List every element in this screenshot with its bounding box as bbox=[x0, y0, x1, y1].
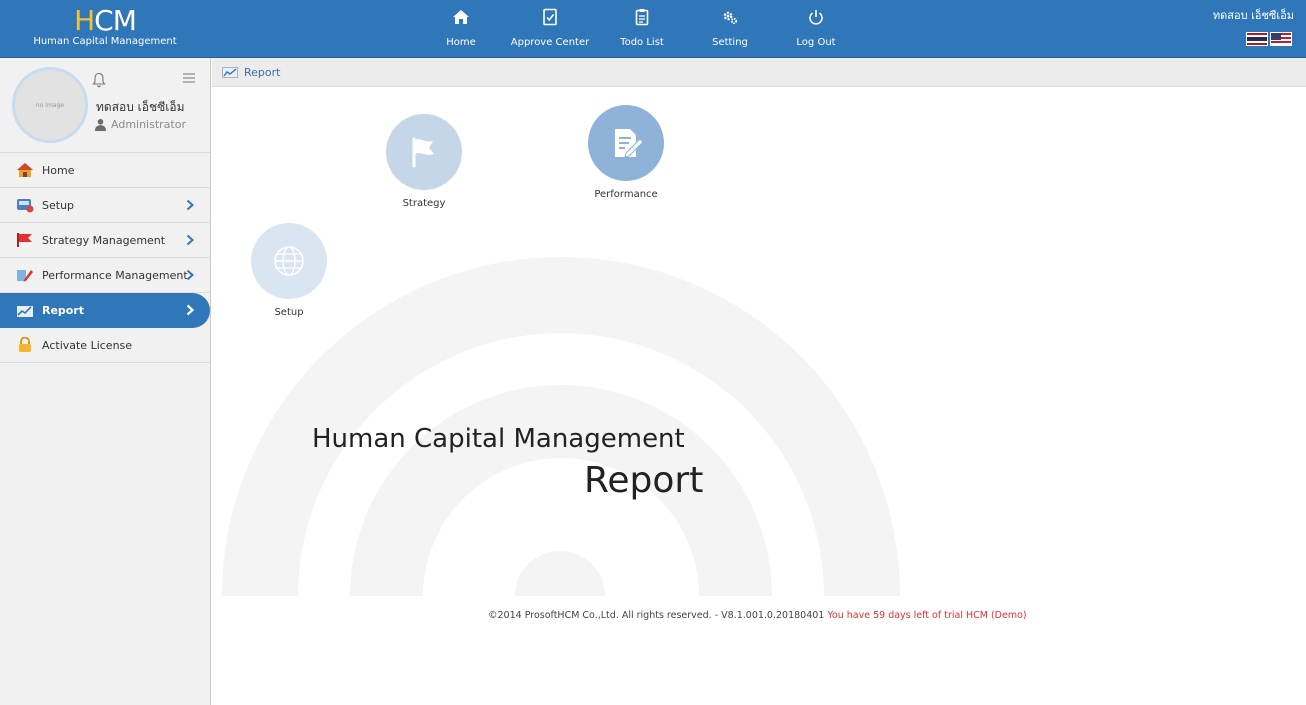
sidebar-item-label: Report bbox=[42, 304, 85, 317]
top-nav: Home Approve Center Todo List Setting Lo… bbox=[420, 0, 858, 58]
hero-title: Human Capital Management bbox=[312, 424, 685, 454]
flag-icon bbox=[412, 137, 434, 168]
sidebar-item-activate-license[interactable]: Activate License bbox=[0, 328, 210, 363]
sidebar-item-report[interactable]: Report bbox=[0, 293, 210, 328]
sidebar-item-label: Home bbox=[42, 163, 75, 177]
top-navbar: HCM Human Capital Management Home Approv… bbox=[0, 0, 1306, 58]
bell-icon[interactable] bbox=[92, 72, 106, 88]
report-icon bbox=[17, 305, 33, 317]
nav-logout-label: Log Out bbox=[796, 37, 836, 48]
profile-name: ทดสอบ เอ็ชซีเอ็ม bbox=[96, 100, 185, 114]
logo-mark-rest: CM bbox=[94, 4, 137, 37]
tile-label: Setup bbox=[274, 307, 304, 318]
nav-setting-label: Setting bbox=[712, 37, 748, 48]
tile-circle bbox=[251, 223, 327, 299]
tile-label: Strategy bbox=[402, 198, 446, 209]
nav-todo-list[interactable]: Todo List bbox=[598, 0, 686, 58]
main-content: Strategy Performance Setup Human Capital… bbox=[212, 88, 1306, 705]
language-switcher bbox=[1246, 32, 1292, 46]
sidebar-menu: Home Setup Strategy Management Performan… bbox=[0, 153, 210, 363]
user-icon bbox=[95, 119, 106, 131]
sidebar-item-performance-management[interactable]: Performance Management bbox=[0, 258, 210, 293]
user-profile: no Image ทดสอบ เอ็ชซีเอ็ม Administrator bbox=[0, 58, 210, 153]
top-user-name[interactable]: ทดสอบ เอ็ชซีเอ็ม bbox=[1213, 6, 1294, 24]
profile-role: Administrator bbox=[94, 118, 186, 131]
setup-icon bbox=[17, 199, 34, 213]
nav-todo-label: Todo List bbox=[620, 37, 664, 48]
breadcrumb: Report bbox=[212, 58, 1306, 87]
nav-log-out[interactable]: Log Out bbox=[774, 0, 858, 58]
approve-icon bbox=[543, 8, 557, 26]
hamburger-menu-icon[interactable] bbox=[182, 72, 196, 84]
logo-mark: HCM bbox=[74, 4, 137, 37]
chevron-right-icon bbox=[186, 234, 194, 246]
power-icon bbox=[809, 10, 823, 25]
sidebar-item-label: Strategy Management bbox=[42, 233, 166, 247]
chevron-right-icon bbox=[186, 269, 194, 281]
sidebar-item-label: Setup bbox=[42, 198, 75, 212]
sidebar-item-label: Performance Management bbox=[42, 268, 188, 282]
avatar[interactable]: no Image bbox=[12, 67, 88, 143]
report-icon bbox=[222, 66, 238, 78]
sidebar: no Image ทดสอบ เอ็ชซีเอ็ม Administrator … bbox=[0, 58, 211, 705]
page-footer: ©2014 ProsoftHCM Co.,Ltd. All rights res… bbox=[488, 610, 1027, 621]
sidebar-item-strategy-management[interactable]: Strategy Management bbox=[0, 223, 210, 258]
logo-subtitle: Human Capital Management bbox=[33, 36, 177, 47]
nav-approve-center[interactable]: Approve Center bbox=[502, 0, 598, 58]
gear-icon bbox=[723, 11, 738, 25]
clipboard-icon bbox=[635, 9, 649, 26]
nav-approve-label: Approve Center bbox=[510, 37, 590, 48]
flag-icon bbox=[17, 233, 32, 247]
report-tile-performance[interactable]: Performance bbox=[583, 105, 669, 200]
thai-flag-icon[interactable] bbox=[1246, 32, 1268, 46]
trial-notice: You have 59 days left of trial HCM (Demo… bbox=[827, 610, 1027, 621]
chevron-right-icon bbox=[186, 304, 194, 316]
home-icon bbox=[453, 10, 469, 24]
document-edit-icon bbox=[615, 129, 644, 158]
sidebar-item-label: Activate License bbox=[42, 338, 133, 352]
us-flag-icon[interactable] bbox=[1270, 32, 1292, 46]
lock-icon bbox=[19, 337, 31, 352]
sidebar-item-home[interactable]: Home bbox=[0, 153, 210, 188]
nav-home-label: Home bbox=[446, 37, 476, 48]
report-tile-strategy[interactable]: Strategy bbox=[383, 114, 465, 209]
app-logo[interactable]: HCM Human Capital Management bbox=[4, 6, 206, 52]
tile-circle bbox=[588, 105, 664, 181]
home-icon bbox=[17, 163, 33, 177]
nav-setting[interactable]: Setting bbox=[686, 0, 774, 58]
hero-subtitle: Report bbox=[584, 460, 704, 501]
globe-icon bbox=[274, 246, 304, 276]
profile-role-label: Administrator bbox=[111, 118, 186, 131]
report-tile-setup[interactable]: Setup bbox=[248, 223, 330, 318]
tile-label: Performance bbox=[594, 189, 658, 200]
breadcrumb-current[interactable]: Report bbox=[244, 66, 280, 79]
nav-home[interactable]: Home bbox=[420, 0, 502, 58]
tile-circle bbox=[386, 114, 462, 190]
sidebar-item-setup[interactable]: Setup bbox=[0, 188, 210, 223]
performance-icon bbox=[17, 270, 33, 282]
footer-copyright: ©2014 ProsoftHCM Co.,Ltd. All rights res… bbox=[488, 610, 825, 621]
chevron-right-icon bbox=[186, 199, 194, 211]
